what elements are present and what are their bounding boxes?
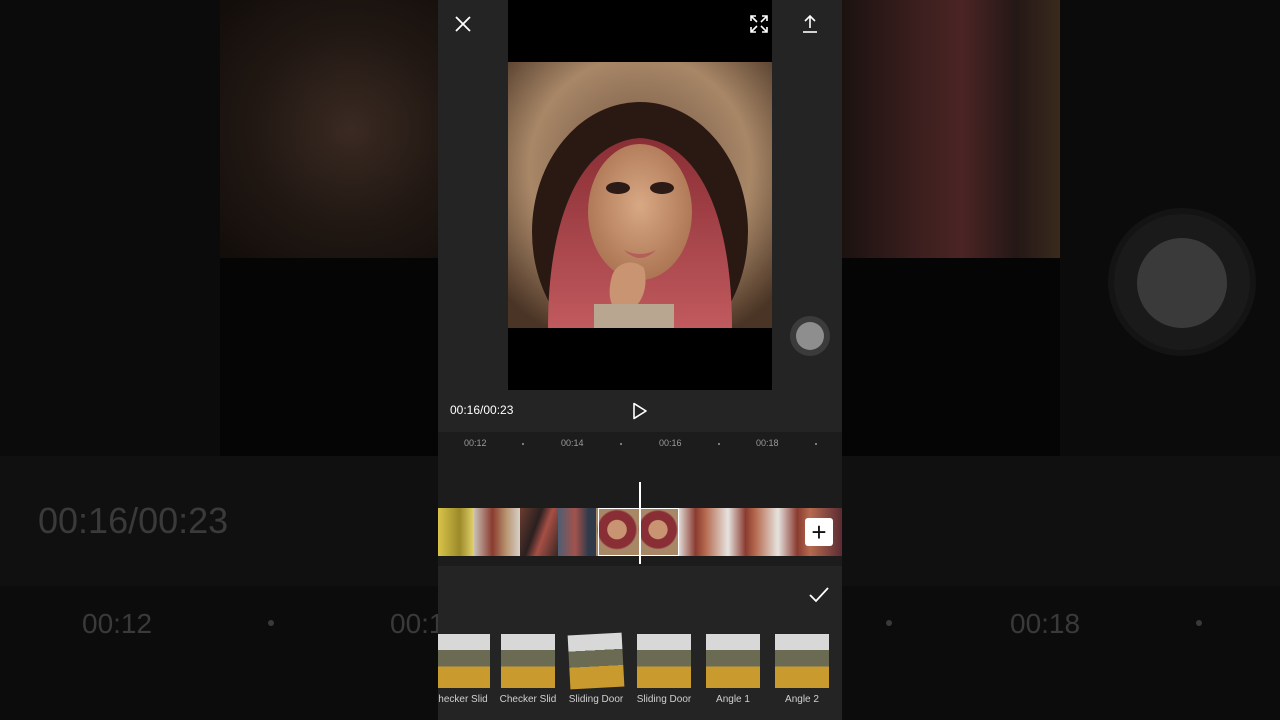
transition-label: hecker Slid [438, 694, 488, 705]
transition-item[interactable]: Checker Slid [499, 634, 557, 705]
play-icon[interactable] [632, 402, 650, 420]
clip-thumbnail[interactable] [474, 508, 520, 556]
background-blur-left [220, 0, 438, 258]
transition-thumbnail [567, 632, 625, 690]
preview-photo [508, 62, 772, 328]
playhead[interactable] [639, 482, 641, 564]
transition-thumbnail [637, 634, 691, 688]
background-black-left [220, 258, 438, 456]
ruler-dot [620, 443, 622, 445]
export-icon[interactable] [798, 12, 822, 36]
transition-item[interactable]: Angle 1 [704, 634, 762, 705]
transition-label: Sliding Door [636, 694, 692, 705]
ruler-dot [815, 443, 817, 445]
transitions-panel: hecker Slid Checker Slid Sliding Door Sl… [438, 566, 842, 720]
record-dot [796, 322, 824, 350]
background-time-display: 00:16/00:23 [38, 500, 229, 541]
ruler-dot [522, 443, 524, 445]
clip-thumbnail[interactable] [728, 508, 778, 556]
background-ruler-dot [268, 620, 274, 626]
transition-item[interactable]: Sliding Door [567, 632, 625, 705]
transition-label: Sliding Door [568, 694, 624, 705]
transition-thumbnail [501, 634, 555, 688]
background-ruler-tick: 00:1 [390, 608, 445, 639]
video-preview [508, 0, 772, 390]
ruler-tick: 00:14 [561, 438, 584, 448]
video-editor: 00:16/00:23 00:12 00:14 00:16 00:18 + he… [438, 0, 842, 720]
clip-thumbnail[interactable] [520, 508, 558, 556]
background-ruler-dot [886, 620, 892, 626]
transition-thumbnail [706, 634, 760, 688]
ruler-tick: 00:16 [659, 438, 682, 448]
background-blur-right [842, 0, 1060, 258]
background-ruler-tick: 00:12 [82, 608, 153, 639]
transition-item[interactable]: hecker Slid [438, 634, 492, 705]
time-ruler: 00:12 00:14 00:16 00:18 [438, 432, 842, 456]
clip-thumbnail[interactable] [438, 508, 474, 556]
transition-thumbnail [438, 634, 490, 688]
add-clip-button[interactable]: + [805, 518, 833, 546]
background-ruler-tick: 00:18 [1010, 608, 1081, 639]
transition-label: Angle 1 [716, 694, 750, 705]
transition-item[interactable]: Angle 2 [773, 634, 831, 705]
ruler-tick: 00:18 [756, 438, 779, 448]
ruler-tick: 00:12 [464, 438, 487, 448]
close-icon[interactable] [451, 12, 475, 36]
confirm-check-icon[interactable] [808, 586, 832, 606]
time-display: 00:16/00:23 [450, 403, 514, 417]
background-black-right [842, 258, 1060, 456]
transition-label: Angle 2 [785, 694, 819, 705]
transition-label: Checker Slid [499, 694, 557, 705]
clip-thumbnail[interactable] [678, 508, 728, 556]
transition-thumbnail [775, 634, 829, 688]
clip-thumbnail[interactable] [558, 508, 596, 556]
ruler-dot [718, 443, 720, 445]
fullscreen-icon[interactable] [747, 12, 771, 36]
background-ruler-dot [1196, 620, 1202, 626]
background-record-dot [1137, 238, 1227, 328]
transition-item[interactable]: Sliding Door [635, 634, 693, 705]
record-button[interactable] [790, 316, 830, 356]
